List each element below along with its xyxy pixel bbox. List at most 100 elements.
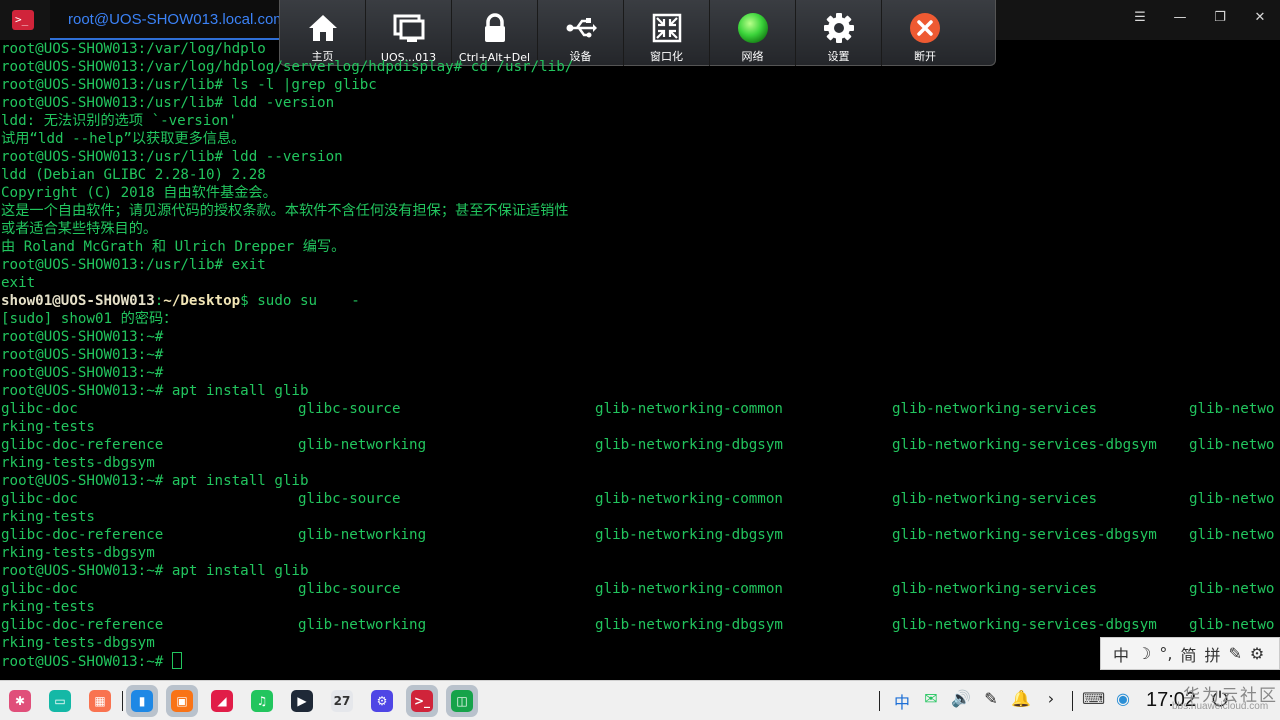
completion-item: rking-tests-dbgsym (1, 455, 155, 471)
terminal-tab[interactable]: root@UOS-SHOW013.local.com (50, 0, 290, 40)
completion-row: rking-tests-dbgsym (1, 634, 1280, 652)
completion-item: glib-netwo (1189, 401, 1275, 417)
menu-icon[interactable]: ☰ (1130, 10, 1150, 25)
completion-item: glibc-source (298, 401, 401, 417)
completion-item: rking-tests (1, 599, 95, 615)
completion-row: rking-tests (1, 418, 1280, 436)
terminal-line: root@UOS-SHOW013:/var/log/hdplog/serverl… (1, 59, 574, 75)
completion-item: glib-networking-dbgsym (595, 527, 783, 543)
completion-row: glibc-doc-reference glib-networking glib-n… (1, 526, 1280, 544)
completion-item: rking-tests-dbgsym (1, 635, 155, 651)
password-prompt: [sudo] show01 的密码： (1, 311, 178, 327)
taskbar-app[interactable]: ▮ (126, 685, 158, 717)
terminal-prompt: root@UOS-SHOW013:~# (1, 347, 164, 363)
taskbar-app[interactable]: >_ (406, 685, 438, 717)
completion-row: glibc-doc glibc-source glib-networking-com… (1, 490, 1280, 508)
completion-item: rking-tests (1, 509, 95, 525)
completion-row: glibc-doc-reference glib-networking glib-n… (1, 616, 1280, 634)
taskbar-divider (1072, 691, 1073, 711)
ime-pen-icon[interactable]: ✎ (1228, 644, 1241, 663)
completion-item: glibc-source (298, 581, 401, 597)
volume-icon[interactable]: 🔊 (950, 689, 972, 708)
taskbar-app[interactable]: ▭ (44, 685, 76, 717)
calendar-icon: 27 (331, 690, 353, 712)
taskbar-divider (122, 691, 123, 711)
wechat-tray-icon[interactable]: ✉ (920, 689, 942, 708)
tab-title: root@UOS-SHOW013.local.com (68, 11, 286, 28)
completion-item: glibc-doc-reference (1, 527, 164, 543)
terminal-line: root@UOS-SHOW013:/usr/lib# exit (1, 257, 266, 273)
completion-item: rking-tests-dbgsym (1, 545, 155, 561)
completion-row: rking-tests-dbgsym (1, 454, 1280, 472)
ime-chinese-mode-icon[interactable]: 中 (1113, 642, 1129, 666)
input-method-tray-icon[interactable]: 中 (891, 689, 913, 713)
music-icon: ♫ (251, 690, 273, 712)
taskbar-app[interactable]: ♫ (246, 685, 278, 717)
multitask-icon: ▭ (49, 690, 71, 712)
text-cursor (171, 652, 182, 669)
terminal-icon[interactable]: >_ (12, 10, 34, 30)
terminal-line: root@UOS-SHOW013:/usr/lib# ldd --version (1, 149, 343, 165)
remote-app-icon: ◫ (451, 690, 473, 712)
video-icon: ▶ (291, 690, 313, 712)
taskbar-app[interactable]: ✱ (4, 685, 36, 717)
ime-settings-icon[interactable]: ⚙ (1250, 644, 1264, 663)
active-prompt-line[interactable]: root@UOS-SHOW013:~# (1, 652, 1280, 670)
taskbar-app[interactable]: ▶ (286, 685, 318, 717)
completion-item: glib-netwo (1189, 617, 1275, 633)
ime-halfwidth-icon[interactable]: ☽ (1137, 644, 1151, 663)
taskbar-app[interactable]: 27 (326, 685, 358, 717)
completion-row: glibc-doc glibc-source glib-networking-com… (1, 580, 1280, 598)
ime-punctuation-icon[interactable]: °, (1159, 644, 1172, 663)
expand-tray-icon[interactable]: › (1040, 689, 1062, 708)
taskbar-app[interactable]: ▣ (166, 685, 198, 717)
prompt-colon: : (154, 293, 164, 309)
taskbar: 17:02 ⏻ ✱ ▭ ▦ ▮ ▣ ◢ ♫ ▶ 27 ⚙ >_ ◫ 中 ✉ 🔊 ✎ 🔔 › ⌨ ◉ (0, 680, 1280, 720)
completion-row: rking-tests (1, 508, 1280, 526)
close-icon[interactable]: ✕ (1250, 10, 1270, 25)
launcher-icon: ✱ (9, 690, 31, 712)
terminal-line: exit (1, 275, 36, 291)
taskbar-divider (879, 691, 880, 711)
taskbar-app[interactable]: ⚙ (366, 685, 398, 717)
restore-icon[interactable]: ❐ (1210, 10, 1230, 25)
completion-item: glib-networking-services (892, 491, 1097, 507)
notification-bell-icon[interactable]: 🔔 (1010, 689, 1032, 708)
ime-pinyin-icon[interactable]: 拼 (1204, 642, 1220, 666)
sudo-command-line: show01@UOS-SHOW013:~/Desktop$ sudo su - (1, 292, 1280, 310)
keyboard-tray-icon[interactable]: ⌨ (1082, 689, 1105, 708)
taskbar-app[interactable]: ◫ (446, 685, 478, 717)
completion-item: glib-networking-services (892, 401, 1097, 417)
terminal-line: ldd (Debian GLIBC 2.28-10) 2.28 (1, 167, 266, 183)
photos-icon: ◢ (211, 690, 233, 712)
prompt-user: show01@UOS-SHOW013 (1, 293, 155, 309)
minimize-icon[interactable]: — (1170, 10, 1190, 25)
completion-item: glib-networking (298, 617, 427, 633)
completion-row: glibc-doc-reference glib-networking glib-n… (1, 436, 1280, 454)
terminal-line: ldd: 无法识别的选项 `-version' (1, 113, 237, 129)
terminal-line: root@UOS-SHOW013:/usr/lib# ldd -version (1, 95, 335, 111)
input-method-bar[interactable]: 中 ☽ °, 简拼 ✎ ⚙ (1100, 637, 1280, 670)
terminal-line: 或者适合某些特殊目的。 (1, 221, 158, 237)
completion-command-line: root@UOS-SHOW013:~# apt install glib (1, 383, 309, 399)
app-store-icon: ▣ (171, 690, 193, 712)
completion-row: glibc-doc glibc-source glib-networking-com… (1, 400, 1280, 418)
network-tray-icon[interactable]: ◉ (1112, 689, 1134, 708)
completion-item: glibc-doc (1, 491, 78, 507)
completion-item: glib-networking-common (595, 581, 783, 597)
completion-item: glib-networking-services-dbgsym (892, 617, 1157, 633)
file-manager-icon: ▮ (131, 690, 153, 712)
terminal-line: root@UOS-SHOW013:/var/log/hdplo (1, 41, 266, 57)
terminal-output[interactable]: root@UOS-SHOW013:/var/log/hdplo root@UOS… (1, 40, 1280, 680)
completion-row: rking-tests (1, 598, 1280, 616)
completion-item: glib-netwo (1189, 491, 1275, 507)
taskbar-app[interactable]: ▦ (84, 685, 116, 717)
completion-command-line: root@UOS-SHOW013:~# apt install glib (1, 473, 309, 489)
ime-simplified-icon[interactable]: 简 (1180, 642, 1196, 666)
completion-item: glib-networking-services (892, 581, 1097, 597)
pen-tray-icon[interactable]: ✎ (980, 689, 1002, 708)
terminal-line: 试用“ldd --help”以获取更多信息。 (1, 131, 246, 147)
terminal-prompt: root@UOS-SHOW013:~# (1, 329, 164, 345)
taskbar-app[interactable]: ◢ (206, 685, 238, 717)
completion-item: glib-networking-common (595, 401, 783, 417)
